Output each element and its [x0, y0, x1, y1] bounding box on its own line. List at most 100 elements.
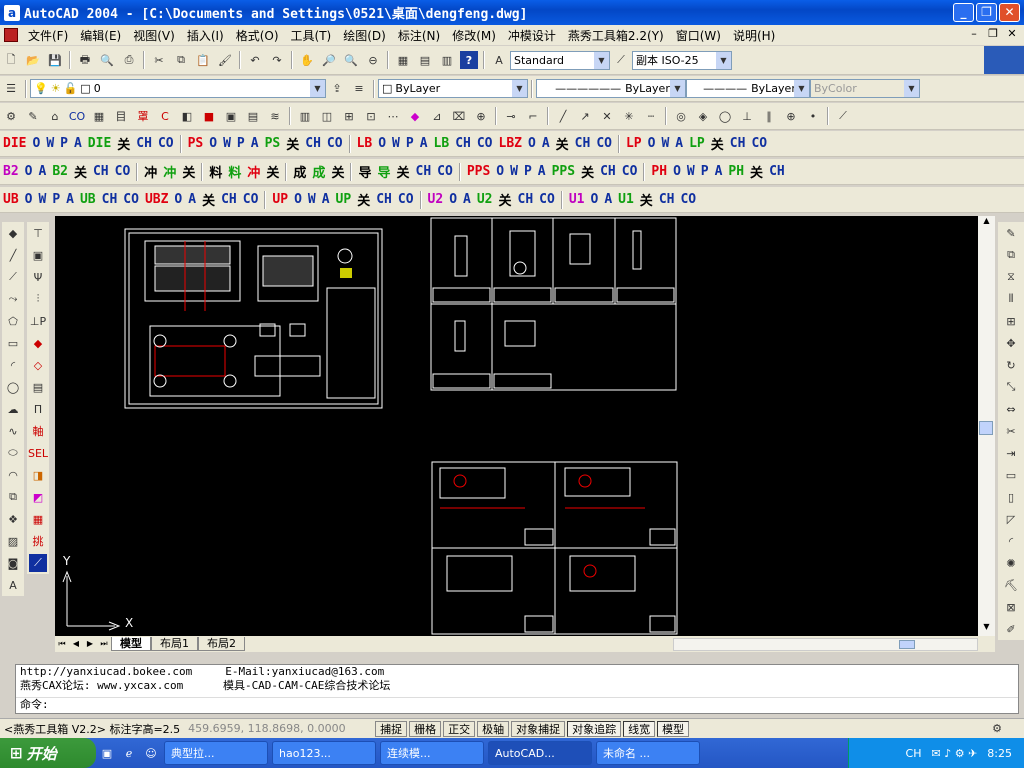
match-properties-icon[interactable]: 🖌	[216, 51, 234, 69]
doc-close-button[interactable]: ✕	[1004, 27, 1020, 42]
custom-tool-button[interactable]: 冲	[144, 162, 157, 181]
taskbar-task-3[interactable]: AutoCAD...	[488, 741, 592, 765]
status-toggle-0[interactable]: 捕捉	[375, 720, 408, 737]
tool-icon-20[interactable]: ⊿	[428, 107, 446, 125]
custom-tool-button[interactable]: O	[378, 136, 386, 151]
menu-item-12[interactable]: 说明(H)	[727, 27, 781, 44]
restore-button[interactable]: ❐	[976, 3, 997, 22]
tool-icon-24[interactable]: ⌐	[524, 107, 542, 125]
custom-tool-button[interactable]: CH	[659, 192, 675, 207]
custom-tool-button[interactable]: UBZ	[145, 192, 168, 207]
custom-tool-button[interactable]: 关	[266, 162, 279, 181]
custom-tool-button[interactable]: CH	[136, 136, 152, 151]
custom-tool-button[interactable]: PS	[265, 136, 281, 151]
custom-tool-button[interactable]: UP	[336, 192, 352, 207]
zoom-window-icon[interactable]: 🔍	[342, 51, 360, 69]
rotate-icon[interactable]: ↻	[1002, 356, 1020, 374]
polyline-icon[interactable]: ⤳	[4, 290, 22, 308]
last-tab-button[interactable]: ⏭	[98, 638, 110, 650]
quicklaunch-icon[interactable]: ☺	[142, 744, 160, 762]
custom-tool-button[interactable]: W	[687, 164, 695, 179]
dim-style-icon[interactable]: ⟋	[612, 51, 630, 69]
scroll-up-button[interactable]: ▲	[978, 216, 995, 230]
custom-tool-button[interactable]: B2	[52, 164, 68, 179]
custom-tool-button[interactable]: 冲	[247, 162, 260, 181]
tool-icon-11[interactable]: ▣	[222, 107, 240, 125]
custom-tool-button[interactable]: CH	[575, 136, 591, 151]
scroll-down-button[interactable]: ▼	[978, 622, 995, 636]
menu-item-4[interactable]: 格式(O)	[230, 27, 285, 44]
custom-tool-button[interactable]: DIE	[88, 136, 111, 151]
design-center-icon[interactable]: ▤	[416, 51, 434, 69]
construction-line-icon[interactable]: ⟋	[4, 268, 22, 286]
prev-tab-button[interactable]: ◀	[70, 638, 82, 650]
tool-icon-7[interactable]: 罩	[134, 107, 152, 125]
mold-tool-6-icon[interactable]: ◆	[29, 334, 47, 352]
custom-tool-button[interactable]: W	[661, 136, 669, 151]
status-toggle-2[interactable]: 正交	[443, 720, 476, 737]
custom-tool-button[interactable]: CH	[730, 136, 746, 151]
custom-tool-button[interactable]: O	[25, 164, 33, 179]
snap-insert-icon[interactable]: ⊕	[782, 107, 800, 125]
horizontal-scrollbar[interactable]	[673, 638, 978, 651]
menu-item-10[interactable]: 燕秀工具箱2.2(Y)	[562, 27, 670, 44]
menu-item-3[interactable]: 插入(I)	[181, 27, 230, 44]
ray-icon[interactable]: ↗	[576, 107, 594, 125]
custom-tool-button[interactable]: UB	[80, 192, 96, 207]
revcloud-icon[interactable]: ☁	[4, 400, 22, 418]
custom-tool-button[interactable]: 关	[499, 190, 512, 209]
ellipse-arc-icon[interactable]: ◠	[4, 466, 22, 484]
custom-tool-button[interactable]: CH	[769, 164, 785, 179]
custom-tool-button[interactable]: 关	[357, 190, 370, 209]
tool-icon-14[interactable]: ▥	[296, 107, 314, 125]
undo-icon[interactable]: ↶	[246, 51, 264, 69]
break-icon[interactable]: ▭	[1002, 466, 1020, 484]
custom-tool-button[interactable]: A	[715, 164, 723, 179]
custom-tool-button[interactable]: P	[524, 164, 532, 179]
save-icon[interactable]: 💾	[46, 51, 64, 69]
custom-tool-button[interactable]: LBZ	[499, 136, 522, 151]
taskbar-task-0[interactable]: 典型拉...	[164, 741, 268, 765]
ellipse-icon[interactable]: ⬭	[4, 444, 22, 462]
multiline-text-icon[interactable]: A	[4, 576, 22, 594]
custom-tool-button[interactable]: CH	[600, 164, 616, 179]
linetype-dropdown[interactable]: —————— ByLayer ▼	[536, 79, 686, 98]
text-style-icon[interactable]: A	[490, 51, 508, 69]
join-icon[interactable]: ▯	[1002, 488, 1020, 506]
mold-tool-13-icon[interactable]: ◩	[29, 488, 47, 506]
zoom-realtime-icon[interactable]: 🔎	[320, 51, 338, 69]
tool-icon-1[interactable]: ⚙	[2, 107, 20, 125]
color-dropdown[interactable]: □ ByLayer ▼	[378, 79, 528, 98]
mold-tool-5-icon[interactable]: ⊥P	[29, 312, 47, 330]
snap-center-icon[interactable]: ◎	[672, 107, 690, 125]
custom-tool-button[interactable]: CH	[221, 192, 237, 207]
hatch-icon[interactable]: ▨	[4, 532, 22, 550]
custom-tool-button[interactable]: 关	[74, 162, 87, 181]
autocad-app-icon[interactable]: a	[4, 4, 20, 21]
offset-icon[interactable]: ⫴	[1002, 290, 1020, 308]
custom-tool-button[interactable]: CO	[123, 192, 139, 207]
chamfer-icon[interactable]: ◸	[1002, 510, 1020, 528]
custom-tool-button[interactable]: O	[209, 136, 217, 151]
custom-tool-button[interactable]: A	[188, 192, 196, 207]
new-file-icon[interactable]: 🗋	[2, 51, 20, 69]
custom-tool-button[interactable]: PH	[728, 164, 744, 179]
mold-tool-3-icon[interactable]: Ψ	[29, 268, 47, 286]
custom-tool-button[interactable]: 冲	[163, 162, 176, 181]
custom-tool-button[interactable]: UP	[272, 192, 288, 207]
custom-tool-button[interactable]: LP	[689, 136, 705, 151]
custom-tool-button[interactable]: O	[25, 192, 33, 207]
mold-tool-11-icon[interactable]: SEL	[28, 444, 48, 462]
rectangle-icon[interactable]: ▭	[4, 334, 22, 352]
vertical-scroll-thumb[interactable]	[979, 421, 993, 435]
custom-tool-button[interactable]: 关	[396, 162, 409, 181]
tab-model[interactable]: 模型	[111, 637, 151, 651]
custom-tool-button[interactable]: A	[251, 136, 259, 151]
custom-tool-button[interactable]: CH	[416, 164, 432, 179]
redo-icon[interactable]: ↷	[268, 51, 286, 69]
tool-icon-2[interactable]: ✎	[24, 107, 42, 125]
custom-tool-button[interactable]: CO	[243, 192, 259, 207]
taskbar-task-4[interactable]: 未命名 ...	[596, 741, 700, 765]
snap-parallel-icon[interactable]: ∥	[760, 107, 778, 125]
circle-icon[interactable]: ◯	[4, 378, 22, 396]
